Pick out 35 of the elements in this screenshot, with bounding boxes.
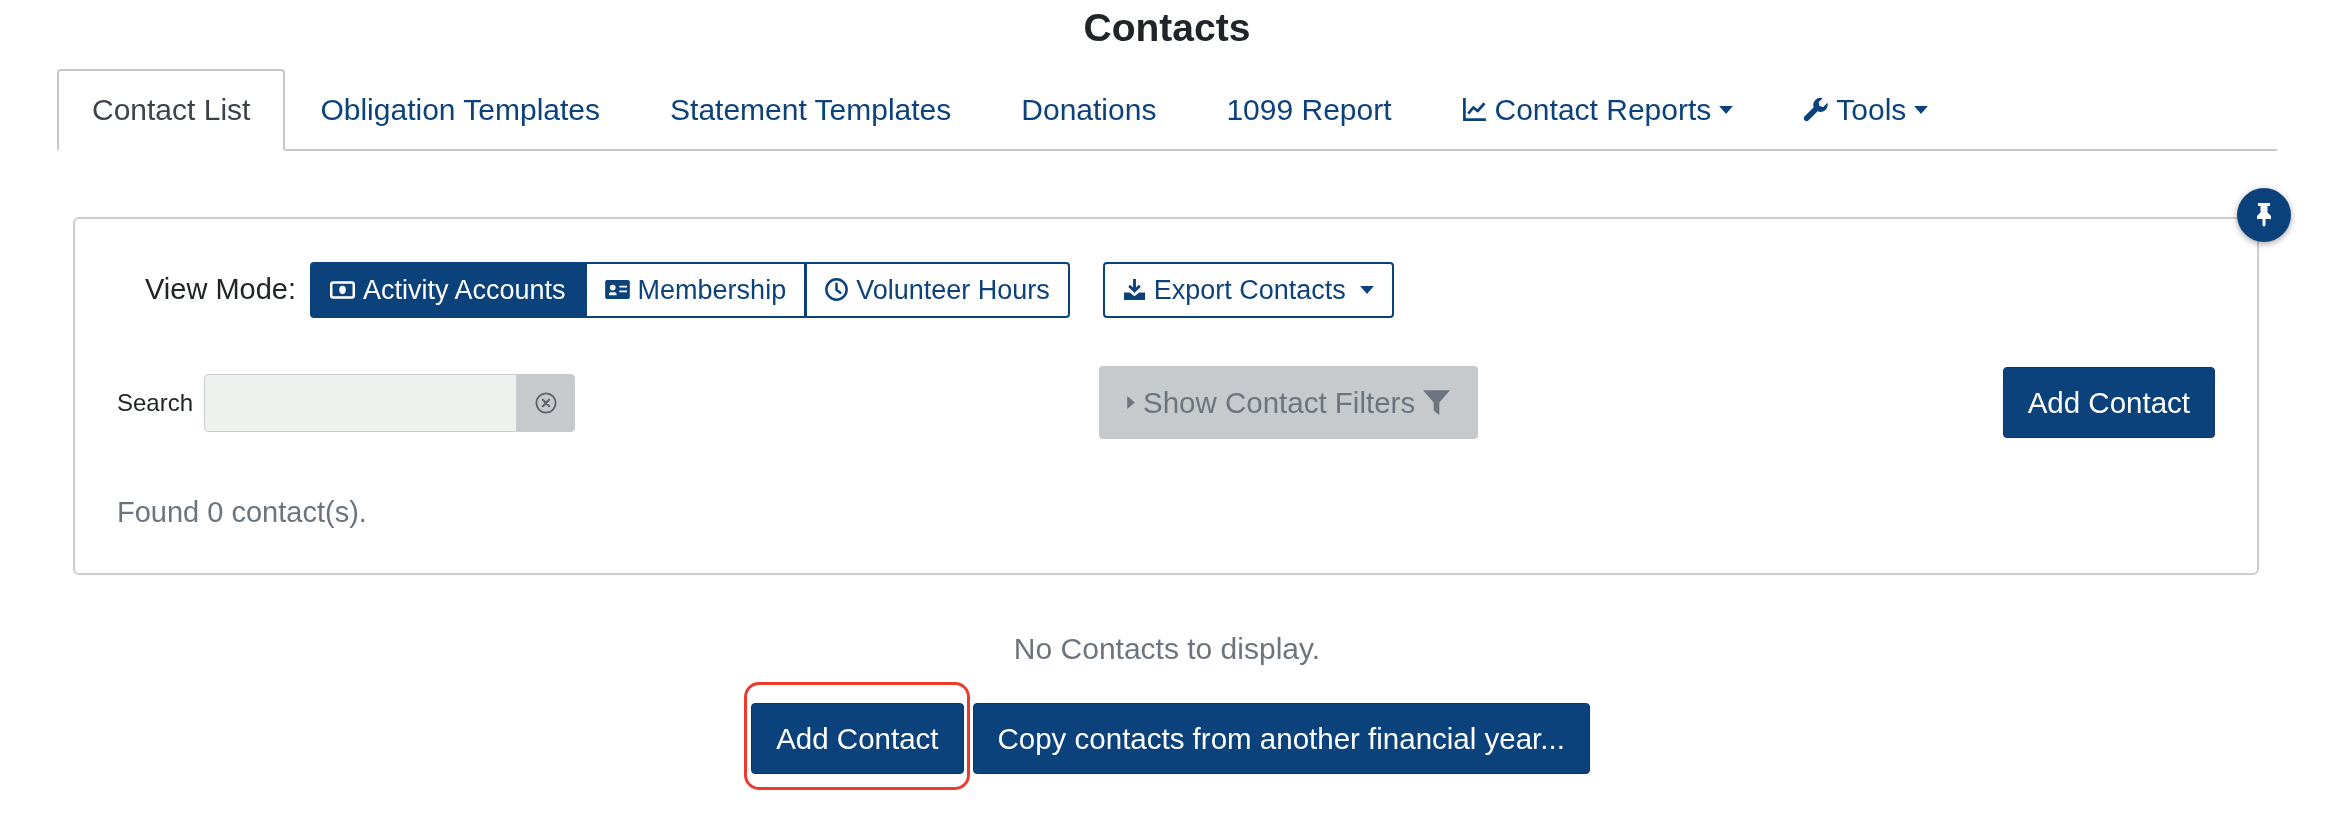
- caret-down-icon: [1719, 105, 1734, 114]
- empty-message: No Contacts to display.: [1012, 631, 1322, 668]
- pin-icon: [2256, 202, 2272, 227]
- result-count-text: Found 0 contact(s).: [117, 495, 368, 531]
- tab[interactable]: Contact List: [57, 68, 286, 151]
- tab[interactable]: 1099 Report: [1191, 68, 1427, 151]
- view-mode-option[interactable]: Activity Accounts: [310, 261, 586, 319]
- search-label: Search: [117, 387, 194, 418]
- funnel-icon: [1423, 389, 1451, 417]
- pin-button[interactable]: [2237, 187, 2291, 242]
- wrench-icon: [1803, 97, 1829, 123]
- page-title: Contacts: [1082, 5, 1252, 51]
- view-mode-option[interactable]: Membership: [584, 261, 807, 319]
- caret-right-icon: [1127, 396, 1135, 410]
- view-mode-label: View Mode:: [145, 272, 296, 308]
- banknote-icon: [330, 281, 355, 299]
- download-icon: [1122, 278, 1146, 302]
- tab[interactable]: Statement Templates: [635, 68, 987, 151]
- clear-circle-icon: [535, 391, 558, 414]
- id-card-icon: [604, 280, 630, 300]
- line-chart-icon: [1461, 97, 1487, 123]
- add-contact-button[interactable]: Add Contact: [2002, 367, 2215, 439]
- caret-down-icon: [1914, 105, 1929, 114]
- tab[interactable]: Obligation Templates: [285, 68, 636, 151]
- tab[interactable]: Contact Reports: [1426, 68, 1769, 151]
- copy-contacts-button[interactable]: Copy contacts from another financial year...: [972, 703, 1590, 775]
- search-field[interactable]: [204, 373, 518, 432]
- view-mode-option[interactable]: Volunteer Hours: [805, 261, 1070, 319]
- tab[interactable]: Donations: [986, 68, 1192, 151]
- clear-search-button[interactable]: [517, 373, 576, 432]
- add-contact-button[interactable]: Add Contact: [751, 703, 964, 775]
- caret-down-icon: [1359, 286, 1374, 294]
- export-contacts-button[interactable]: Export Contacts: [1102, 261, 1394, 319]
- clock-icon: [825, 278, 849, 302]
- tab[interactable]: Tools: [1768, 68, 1964, 151]
